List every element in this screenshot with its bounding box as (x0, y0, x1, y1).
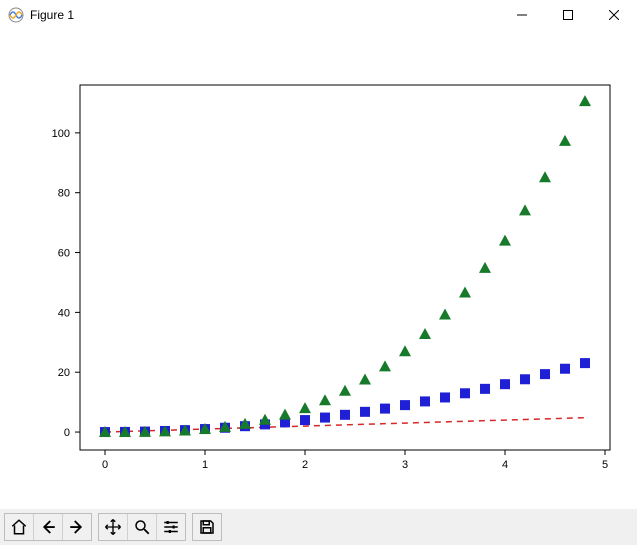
app-icon (8, 7, 24, 23)
y-tick-label: 80 (58, 188, 70, 200)
series-quadratic-marker (500, 379, 510, 389)
series-quadratic-marker (320, 413, 330, 423)
series-cubic-marker (339, 385, 351, 396)
plot-area: 0 1 2 3 4 5 0 20 40 60 80 100 (0, 30, 637, 500)
home-icon (10, 518, 28, 536)
close-icon (609, 10, 619, 20)
series-cubic-marker (259, 414, 271, 425)
series-quadratic-marker (580, 358, 590, 368)
window-title: Figure 1 (30, 8, 499, 22)
pan-button[interactable] (99, 514, 127, 540)
chart-canvas[interactable]: 0 1 2 3 4 5 0 20 40 60 80 100 (0, 30, 637, 500)
series-quadratic-marker (300, 415, 310, 425)
maximize-icon (563, 10, 573, 20)
series-cubic-marker (299, 402, 311, 413)
y-tick-label: 0 (64, 427, 70, 439)
zoom-icon (133, 518, 151, 536)
y-tick-label: 60 (58, 248, 70, 260)
home-button[interactable] (5, 514, 33, 540)
back-button[interactable] (33, 514, 62, 540)
save-icon (198, 518, 216, 536)
series-quadratic-marker (480, 384, 490, 394)
arrow-right-icon (68, 518, 86, 536)
series-quadratic-marker (340, 410, 350, 420)
series-quadratic-marker (560, 364, 570, 374)
series-cubic-marker (539, 171, 551, 182)
save-button[interactable] (193, 514, 221, 540)
navigation-toolbar (0, 509, 637, 545)
series-cubic-marker (499, 235, 511, 246)
series-quadratic-marker (400, 400, 410, 410)
series-quadratic-marker (360, 407, 370, 417)
zoom-button[interactable] (127, 514, 156, 540)
x-tick-label: 0 (102, 459, 108, 471)
series-quadratic-marker (440, 392, 450, 402)
arrow-left-icon (39, 518, 57, 536)
series-cubic-marker (479, 262, 491, 273)
series-linear (105, 418, 585, 432)
figure-window: Figure 1 0 1 2 3 4 5 0 20 40 60 80 100 (0, 0, 637, 545)
x-tick-label: 1 (202, 459, 208, 471)
minimize-icon (517, 10, 527, 20)
series-cubic-marker (319, 394, 331, 405)
x-tick-label: 2 (302, 459, 308, 471)
sliders-icon (162, 518, 180, 536)
titlebar: Figure 1 (0, 0, 637, 30)
subplots-button[interactable] (156, 514, 185, 540)
series-cubic-marker (579, 95, 591, 106)
close-button[interactable] (591, 0, 637, 30)
series-quadratic-marker (460, 388, 470, 398)
maximize-button[interactable] (545, 0, 591, 30)
minimize-button[interactable] (499, 0, 545, 30)
series-cubic-marker (379, 360, 391, 371)
y-tick-label: 20 (58, 367, 70, 379)
series-quadratic-marker (540, 369, 550, 379)
move-icon (104, 518, 122, 536)
series-cubic-marker (359, 373, 371, 384)
series-quadratic-marker (420, 396, 430, 406)
x-tick-label: 4 (502, 459, 508, 471)
series-cubic-marker (459, 286, 471, 297)
series-cubic-marker (419, 328, 431, 339)
series-cubic-marker (519, 204, 531, 215)
x-tick-label: 3 (402, 459, 408, 471)
forward-button[interactable] (62, 514, 91, 540)
window-controls (499, 0, 637, 30)
series-cubic-marker (399, 345, 411, 356)
y-tick-label: 40 (58, 307, 70, 319)
series-cubic-marker (559, 135, 571, 146)
series-cubic-marker (439, 308, 451, 319)
series-quadratic-marker (380, 404, 390, 414)
y-tick-label: 100 (52, 128, 70, 140)
x-tick-label: 5 (602, 459, 608, 471)
series-cubic-marker (279, 409, 291, 420)
series-quadratic-marker (520, 374, 530, 384)
